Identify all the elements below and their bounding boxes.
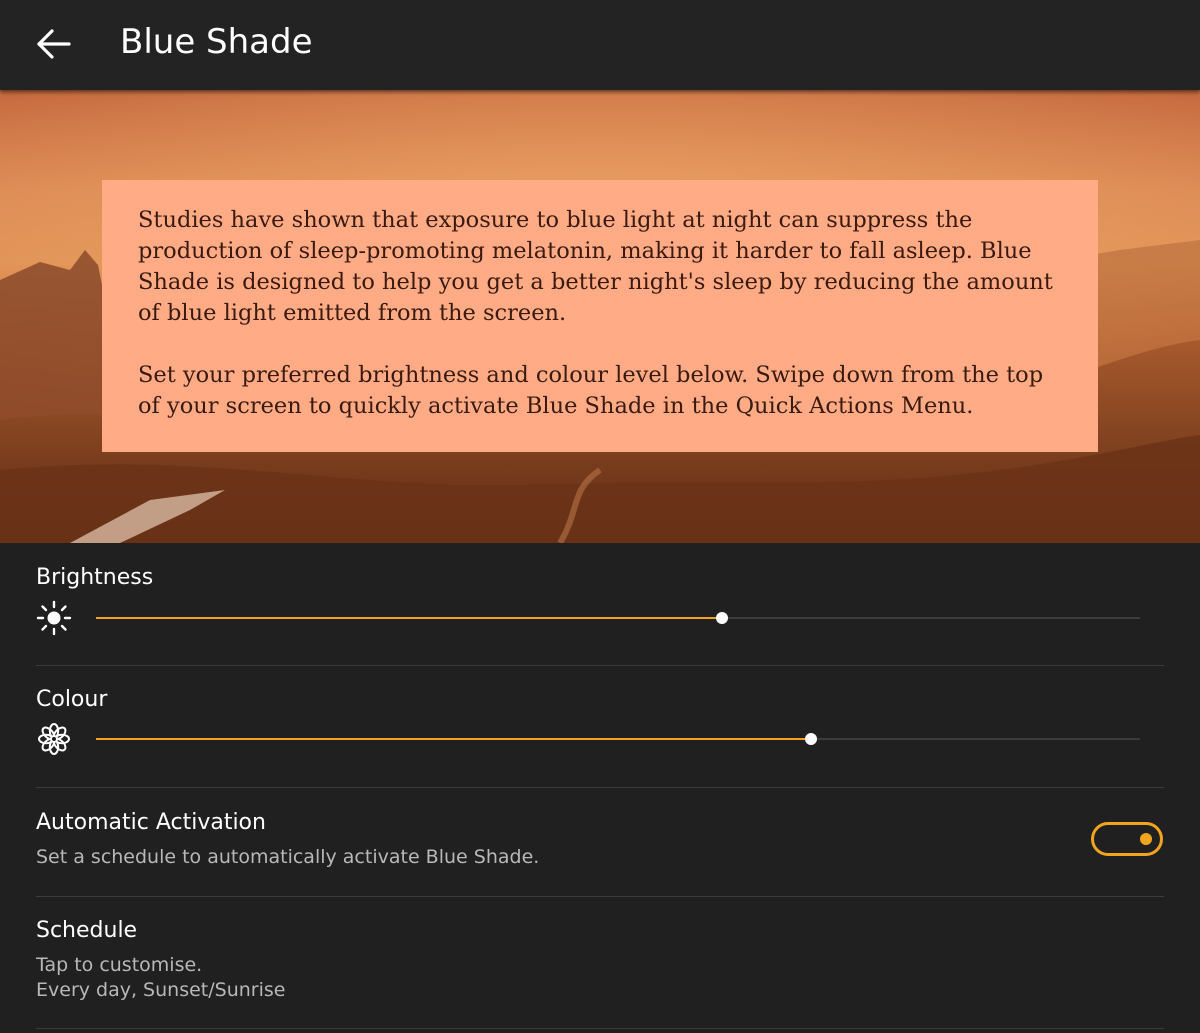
automatic-activation-title: Automatic Activation <box>36 810 266 835</box>
brightness-label: Brightness <box>36 565 154 590</box>
brightness-slider[interactable] <box>96 612 1140 624</box>
back-button[interactable] <box>28 18 80 70</box>
schedule-hint: Tap to customise. <box>36 954 203 976</box>
arrow-left-icon <box>37 29 71 59</box>
toggle-knob <box>1140 833 1152 845</box>
colour-slider-fill <box>96 738 812 740</box>
divider <box>36 787 1164 788</box>
app-bar: Blue Shade <box>0 0 1200 90</box>
schedule-title: Schedule <box>36 918 138 943</box>
colour-label: Colour <box>36 687 108 712</box>
brightness-slider-thumb[interactable] <box>716 612 729 624</box>
colour-slider-row <box>36 719 1140 759</box>
sun-icon <box>36 600 72 636</box>
brightness-slider-row <box>36 598 1140 638</box>
colour-slider[interactable] <box>96 733 1140 745</box>
page-title: Blue Shade <box>120 22 313 62</box>
colour-slider-thumb[interactable] <box>805 733 818 745</box>
schedule-value: Every day, Sunset/Sunrise <box>36 979 286 1001</box>
divider <box>36 1028 1164 1029</box>
hero-banner: Studies have shown that exposure to blue… <box>0 90 1200 543</box>
divider <box>36 665 1164 666</box>
instructions-text: Set your preferred brightness and colour… <box>138 362 1044 419</box>
info-box: Studies have shown that exposure to blue… <box>102 180 1098 452</box>
description-text: Studies have shown that exposure to blue… <box>138 207 1053 326</box>
automatic-activation-subtitle: Set a schedule to automatically activate… <box>36 846 540 868</box>
automatic-activation-toggle[interactable] <box>1091 822 1163 856</box>
flower-icon <box>38 723 70 755</box>
brightness-slider-fill <box>96 617 723 619</box>
